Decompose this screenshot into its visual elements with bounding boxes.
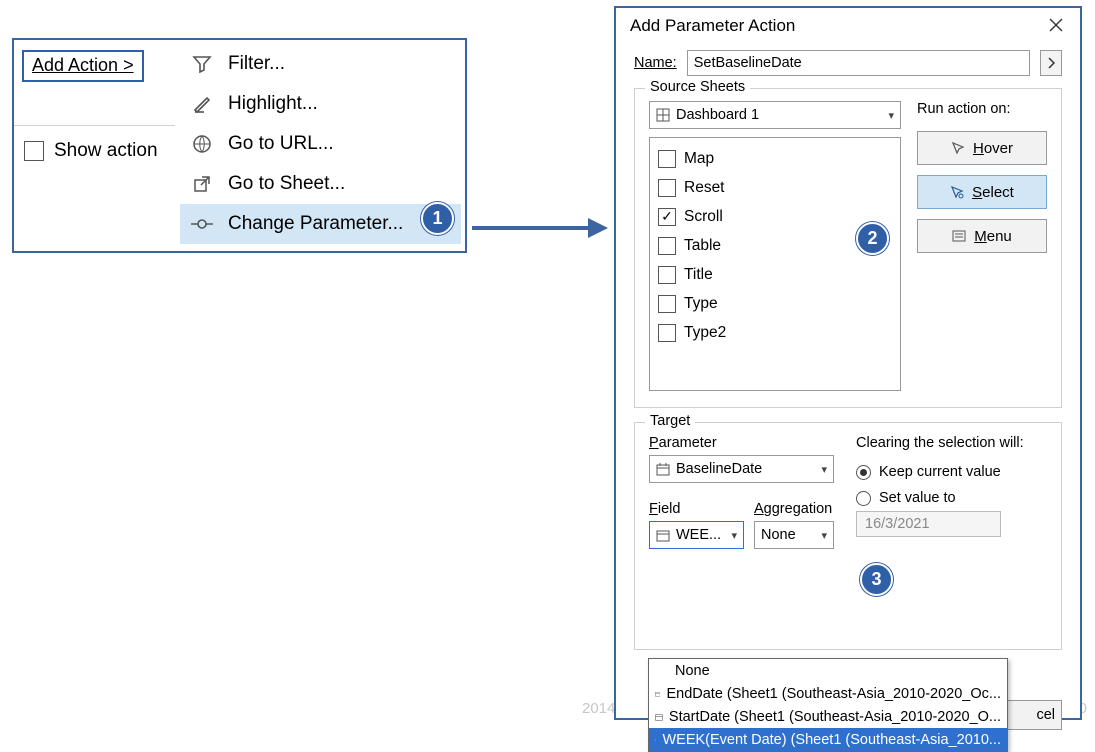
calendar-week-icon [656,528,670,542]
run-hover-button[interactable]: Hover [917,131,1047,165]
field-label: Field [649,501,744,517]
highlight-icon [190,92,214,116]
sheet-item-title[interactable]: Title [658,260,892,289]
dashboard-icon [656,108,670,122]
calendar-icon [656,462,670,476]
name-label: Name: [634,55,677,71]
parameter-label: Parameter [649,435,834,451]
source-sheets-section: Source Sheets Dashboard 1 ▾ Map Reset ✓S… [634,88,1062,408]
external-sheet-icon [190,172,214,196]
name-picker-button[interactable] [1040,50,1062,76]
clearing-label: Clearing the selection will: [856,435,1047,451]
set-value-input[interactable]: 16/3/2021 [856,511,1001,537]
source-sheets-label: Source Sheets [645,79,750,95]
dialog-title: Add Parameter Action [630,16,795,36]
menu-item-filter[interactable]: Filter... [180,44,461,84]
sheet-item-reset[interactable]: Reset [658,173,892,202]
target-label: Target [645,413,695,429]
calendar-icon [655,710,663,724]
calendar-icon [655,687,660,701]
chevron-down-icon: ▾ [731,529,737,542]
parameter-icon [190,212,214,236]
parameter-combo[interactable]: BaselineDate ▾ [649,455,834,483]
add-action-label: Add Action > [32,55,134,75]
add-action-button[interactable]: Add Action > [22,50,144,82]
clearing-set-radio[interactable]: Set value to [856,485,1047,511]
menu-item-change-parameter[interactable]: Change Parameter... [180,204,461,244]
chevron-down-icon: ▾ [821,463,827,476]
dashboard-combo-value: Dashboard 1 [676,107,759,123]
name-input[interactable] [687,50,1030,76]
run-select-button[interactable]: Select [917,175,1047,209]
show-actions-label: Show action [54,140,158,162]
field-dropdown-item-none[interactable]: None [649,659,1007,682]
aggregation-combo[interactable]: None ▾ [754,521,834,549]
divider [14,125,175,126]
dashboard-combo[interactable]: Dashboard 1 ▾ [649,101,901,129]
annotation-badge-2: 2 [856,222,889,255]
cursor-icon [951,141,965,155]
menu-icon [952,229,966,243]
radio-icon [856,465,871,480]
menu-item-label: Change Parameter... [228,213,403,235]
field-combo[interactable]: WEE... ▾ [649,521,744,549]
add-action-panel: Add Action > Show action Filter... Highl… [12,38,467,253]
calendar-icon [655,733,656,747]
sheet-item-type[interactable]: Type [658,289,892,318]
chevron-right-icon [1047,57,1055,69]
chevron-down-icon: ▾ [821,529,827,542]
run-menu-button[interactable]: Menu [917,219,1047,253]
sheet-item-scroll[interactable]: ✓Scroll [658,202,892,231]
aggregation-label: Aggregation [754,501,834,517]
dialog-titlebar: Add Parameter Action [616,8,1080,46]
clearing-keep-radio[interactable]: Keep current value [856,459,1047,485]
sheet-list: Map Reset ✓Scroll Table Title Type Type2 [649,137,901,391]
flow-arrow [470,215,610,241]
checkbox-icon [24,141,44,161]
menu-item-go-to-sheet[interactable]: Go to Sheet... [180,164,461,204]
add-parameter-action-dialog: Add Parameter Action Name: Source Sheets… [614,6,1082,720]
field-dropdown-item-week-eventdate[interactable]: WEEK(Event Date) (Sheet1 (Southeast-Asia… [649,728,1007,751]
sheet-item-type2[interactable]: Type2 [658,318,892,347]
aggregation-value: None [761,527,796,543]
menu-item-label: Go to Sheet... [228,173,345,195]
close-icon[interactable] [1048,17,1066,35]
sheet-item-map[interactable]: Map [658,144,892,173]
globe-icon [190,132,214,156]
annotation-badge-3: 3 [860,563,893,596]
parameter-value: BaselineDate [676,461,762,477]
annotation-badge-1: 1 [421,202,454,235]
menu-item-go-to-url[interactable]: Go to URL... [180,124,461,164]
target-section: Target Parameter BaselineDate ▾ Field [634,422,1062,650]
run-action-label: Run action on: [917,101,1047,117]
radio-icon [856,491,871,506]
menu-item-label: Filter... [228,53,285,75]
name-row: Name: [634,50,1062,76]
field-dropdown: None EndDate (Sheet1 (Southeast-Asia_201… [648,658,1008,752]
menu-item-label: Go to URL... [228,133,334,155]
field-dropdown-item-enddate[interactable]: EndDate (Sheet1 (Southeast-Asia_2010-202… [649,682,1007,705]
field-value: WEE... [676,527,721,543]
filter-icon [190,52,214,76]
menu-item-highlight[interactable]: Highlight... [180,84,461,124]
menu-item-label: Highlight... [228,93,318,115]
show-actions-checkbox[interactable]: Show action [24,140,158,162]
select-cursor-icon [950,185,964,199]
action-type-menu: Filter... Highlight... Go to URL... Go t… [180,44,461,247]
run-action-column: Run action on: Hover Select Menu [917,101,1047,391]
chevron-down-icon: ▾ [888,109,894,122]
